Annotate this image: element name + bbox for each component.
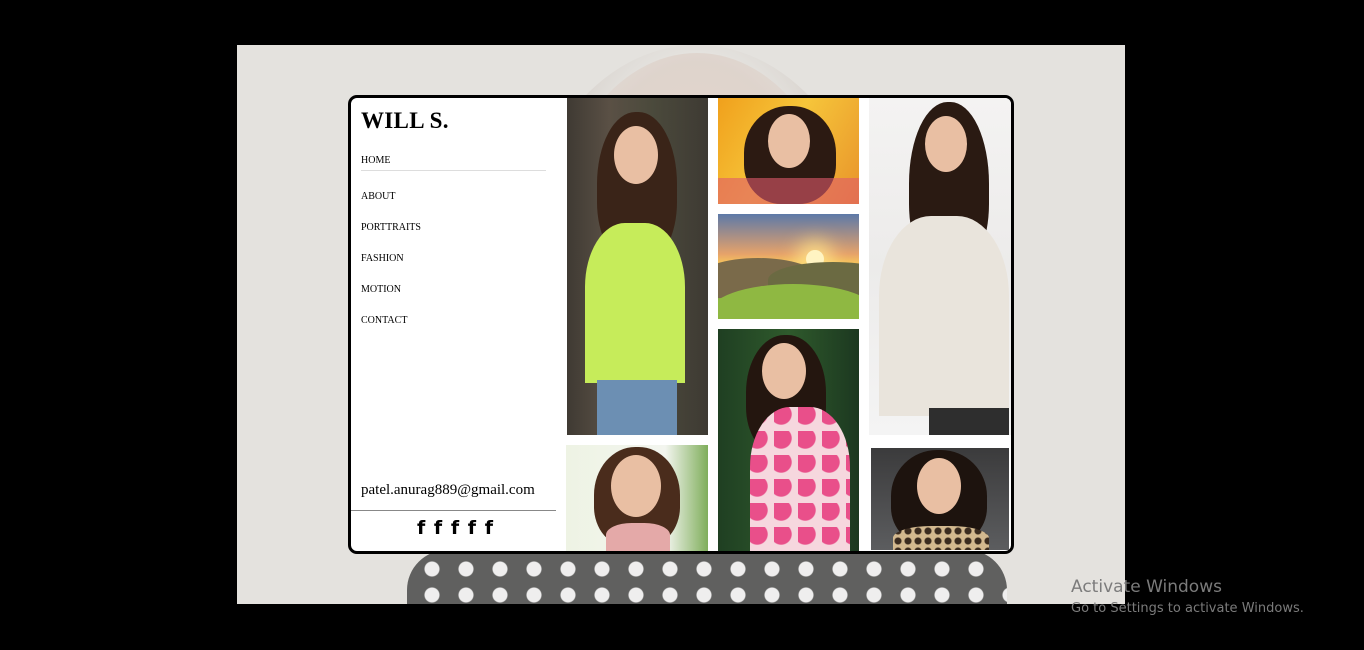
- facebook-icon[interactable]: f: [451, 516, 459, 540]
- contact-email[interactable]: patel.anurag889@gmail.com: [361, 482, 535, 499]
- sunset-landscape-photo[interactable]: [718, 214, 859, 319]
- footer-divider: [351, 510, 556, 511]
- watermark-subtitle: Go to Settings to activate Windows.: [1071, 601, 1304, 616]
- nav-item-about[interactable]: ABOUT: [361, 191, 395, 202]
- brand-title: WILL S.: [361, 108, 449, 133]
- facebook-icon[interactable]: f: [485, 516, 493, 540]
- facebook-icon[interactable]: f: [434, 516, 442, 540]
- watermark-title: Activate Windows: [1071, 577, 1222, 597]
- portrait-polka-dot-photo[interactable]: [871, 448, 1009, 550]
- nav-divider: [361, 170, 546, 171]
- portrait-floral-dress-photo[interactable]: [718, 329, 859, 551]
- sidebar: WILL S. HOME ABOUT PORTTRAITS FASHION MO…: [351, 98, 561, 551]
- facebook-icon[interactable]: f: [417, 516, 425, 540]
- nav-item-home[interactable]: HOME: [361, 155, 390, 166]
- social-links: f f f f f: [417, 516, 493, 540]
- nav-item-contact[interactable]: CONTACT: [361, 315, 407, 326]
- portfolio-card: WILL S. HOME ABOUT PORTTRAITS FASHION MO…: [348, 95, 1014, 554]
- facebook-icon[interactable]: f: [468, 516, 476, 540]
- portrait-white-outfit-photo[interactable]: [869, 98, 1011, 435]
- nav-item-fashion[interactable]: FASHION: [361, 253, 404, 264]
- portrait-lime-top-photo[interactable]: [567, 98, 708, 435]
- portrait-smile-photo[interactable]: [566, 445, 708, 551]
- background-polka-dot-shirt: [407, 550, 1007, 604]
- windows-activation-watermark: Activate Windows Go to Settings to activ…: [1071, 577, 1304, 616]
- nav-item-motion[interactable]: MOTION: [361, 284, 401, 295]
- portrait-orange-bg-photo[interactable]: [718, 98, 859, 204]
- nav-item-portraits[interactable]: PORTTRAITS: [361, 222, 421, 233]
